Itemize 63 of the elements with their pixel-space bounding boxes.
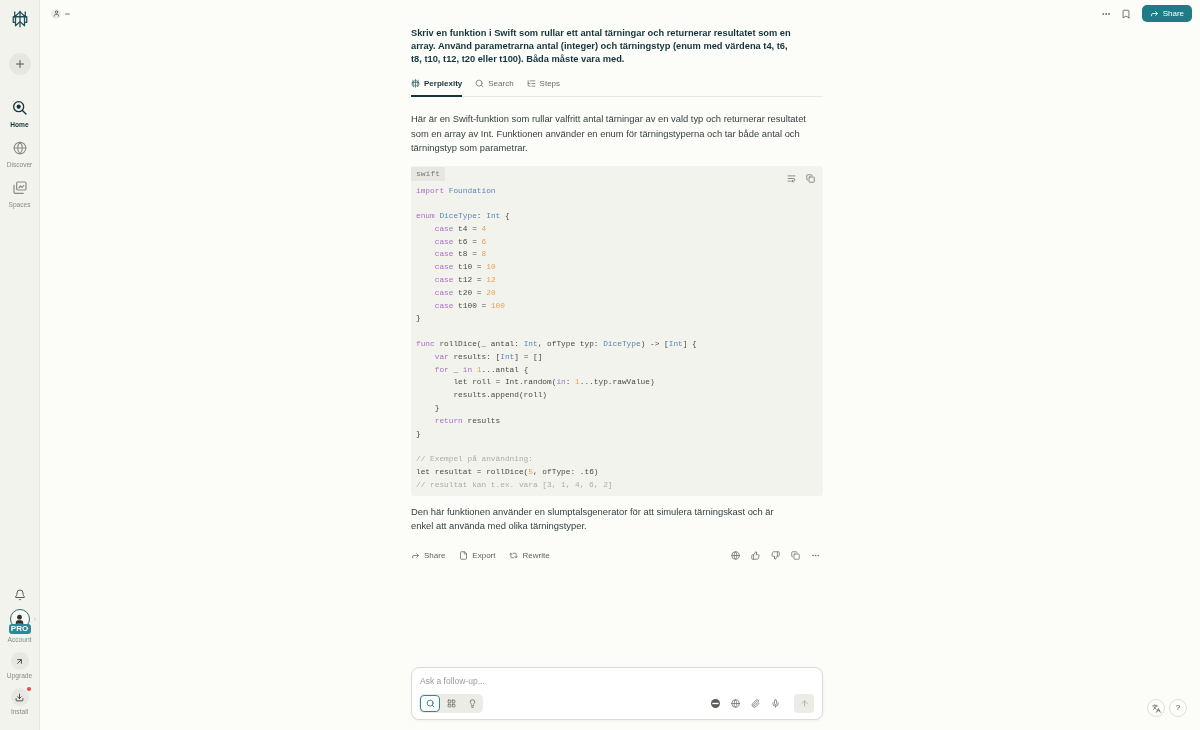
input-field[interactable]: Ask a follow-up... [419, 674, 814, 687]
tab[interactable]: Search [475, 70, 514, 97]
globe-button[interactable] [730, 549, 740, 562]
share-button[interactable]: Share [1141, 5, 1192, 22]
magnifier-icon [12, 101, 27, 115]
globe-icon [730, 551, 740, 561]
repeat-icon [509, 551, 519, 561]
thumbs-down-button[interactable] [770, 549, 780, 562]
translate-icon [1151, 703, 1161, 713]
question-text: Skriv en funktion i Swift som rullar ett antal tärningar och returnerar resultatet som en array. Använd parametrarna antal (integer) och tärningstyp (enum med värdena t4, t6, t8, t10, t12, t20 eller t100). Båda måste vara med. [411, 27, 792, 66]
attach-button[interactable] [750, 697, 760, 710]
thumbs-up-icon [750, 551, 760, 561]
search-icon [475, 79, 485, 88]
plus-icon [13, 58, 26, 70]
globe-button[interactable] [730, 697, 740, 710]
search-icon [425, 699, 435, 708]
lightbulb-icon [467, 699, 477, 708]
globe-icon [730, 699, 740, 708]
paperclip-icon [750, 699, 760, 708]
notifications-button[interactable] [13, 589, 26, 601]
share-button[interactable]: Share [411, 551, 446, 561]
wrap-button[interactable] [786, 172, 796, 185]
filled-circle-icon [710, 699, 720, 708]
tab[interactable]: Perplexity [411, 70, 463, 97]
curved-arrow-icon [411, 551, 420, 561]
arrow-up-icon [799, 699, 809, 708]
new-thread-button[interactable] [8, 53, 31, 75]
copy-button[interactable] [805, 172, 815, 185]
copy-icon [805, 174, 815, 183]
dash-icon [65, 12, 70, 15]
bell-icon [13, 589, 26, 601]
grid-icon [446, 699, 456, 708]
stacked-squares-icon [12, 181, 27, 195]
rewrite-button[interactable]: Rewrite [509, 551, 550, 561]
copy-icon [790, 551, 800, 561]
copy-button[interactable] [790, 549, 800, 562]
model-button[interactable] [710, 697, 720, 710]
language-label: swift [411, 166, 445, 181]
tab[interactable]: Steps [526, 70, 561, 97]
curved-arrow-icon [1149, 9, 1159, 18]
translate-button[interactable] [1147, 699, 1165, 717]
download-icon [10, 688, 29, 706]
bookmark-icon [1120, 8, 1131, 19]
plan-badge: PRO [8, 624, 31, 634]
thumbs-up-button[interactable] [750, 549, 760, 562]
microphone-icon [770, 699, 780, 708]
globe-icon [12, 141, 27, 155]
answer-text: Här är en Swift-funktion som rullar valfritt antal tärningar av en vald typ och returnerar resultatet som en array av Int. Funktionen använder en enum för tärningstyperna och tar både antal och tärningstyp som parametrar. [411, 112, 807, 155]
answer-text: Den här funktionen använder en slumptalsgenerator för att simulera tärningskast och är enkel att använda med olika tärningstyper. [411, 504, 775, 534]
wrap-text-icon [786, 174, 796, 183]
user-avatar-icon [51, 8, 61, 19]
list-tree-icon [526, 79, 536, 88]
app-logo [10, 10, 29, 28]
help-button[interactable]: ? [1169, 699, 1187, 717]
mode-button[interactable] [420, 695, 440, 712]
export-button[interactable]: Export [459, 551, 496, 561]
thumbs-down-icon [770, 551, 780, 561]
microphone-button[interactable] [770, 697, 780, 710]
chevron-right-icon [31, 616, 38, 622]
submit-button[interactable] [794, 694, 814, 713]
arrow-up-right-icon [10, 652, 29, 670]
logo-icon [411, 79, 420, 88]
document-icon [459, 551, 469, 561]
